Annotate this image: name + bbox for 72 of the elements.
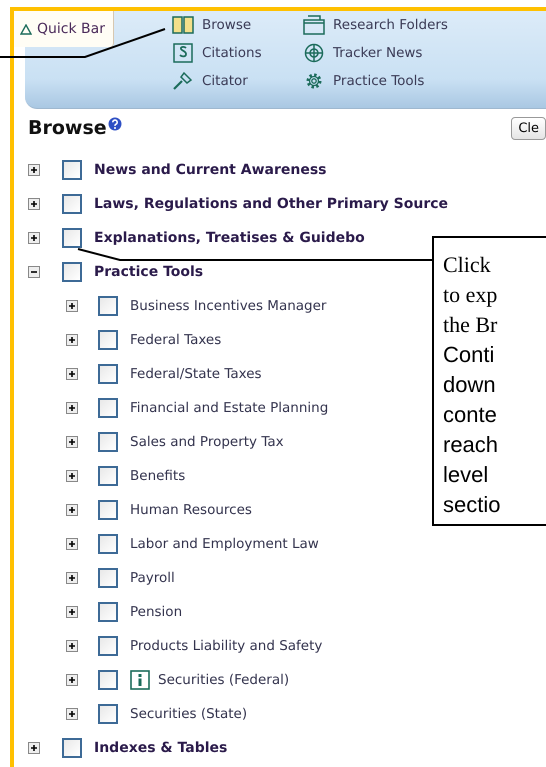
tree-item-label[interactable]: Practice Tools — [94, 264, 204, 280]
expand-toggle[interactable] — [28, 164, 40, 176]
expand-toggle[interactable] — [66, 470, 78, 482]
tree-item-label[interactable]: News and Current Awareness — [94, 162, 326, 178]
checkbox[interactable] — [98, 704, 118, 724]
gavel-icon — [172, 71, 194, 91]
expand-toggle[interactable] — [66, 300, 78, 312]
tree-item-label[interactable]: Federal Taxes — [130, 332, 222, 348]
checkbox[interactable] — [98, 636, 118, 656]
expand-toggle[interactable] — [66, 708, 78, 720]
checkbox[interactable] — [98, 568, 118, 588]
expand-toggle[interactable] — [28, 742, 40, 754]
checkbox[interactable] — [98, 330, 118, 350]
expand-toggle[interactable] — [66, 368, 78, 380]
browse-heading: Browse — [28, 117, 107, 139]
checkbox[interactable] — [98, 432, 118, 452]
expand-toggle[interactable] — [66, 674, 78, 686]
checkbox[interactable] — [62, 738, 82, 758]
expand-toggle[interactable] — [66, 640, 78, 652]
quick-bar-link[interactable]: Browse — [172, 15, 303, 35]
target-icon — [303, 43, 325, 63]
expand-toggle[interactable] — [66, 538, 78, 550]
checkbox[interactable] — [98, 602, 118, 622]
tree-item-label[interactable]: Benefits — [130, 468, 186, 484]
checkbox[interactable] — [62, 194, 82, 214]
expand-toggle[interactable] — [28, 232, 40, 244]
tree-item-label[interactable]: Federal/State Taxes — [130, 366, 262, 382]
expand-toggle[interactable] — [66, 572, 78, 584]
folder-icon — [303, 15, 325, 35]
quick-bar-link[interactable]: Citator — [172, 71, 303, 91]
tree-item-label[interactable]: Explanations, Treatises & Guidebo — [94, 230, 365, 246]
expand-toggle[interactable] — [66, 606, 78, 618]
quick-bar-link[interactable]: Citations — [172, 43, 303, 63]
checkbox[interactable] — [98, 466, 118, 486]
checkbox[interactable] — [62, 262, 82, 282]
section-icon — [172, 43, 194, 63]
tree-item-label[interactable]: Products Liability and Safety — [130, 638, 322, 654]
checkbox[interactable] — [62, 160, 82, 180]
expand-toggle[interactable] — [66, 504, 78, 516]
checkbox[interactable] — [98, 296, 118, 316]
book-icon — [172, 15, 194, 35]
tree-item-label[interactable]: Indexes & Tables — [94, 740, 228, 756]
checkbox[interactable] — [98, 364, 118, 384]
checkbox[interactable] — [98, 670, 118, 690]
checkbox[interactable] — [98, 398, 118, 418]
checkbox[interactable] — [98, 534, 118, 554]
tree-item-label[interactable]: Payroll — [130, 570, 175, 586]
expand-toggle[interactable] — [66, 334, 78, 346]
expand-toggle[interactable] — [66, 436, 78, 448]
expand-toggle[interactable] — [66, 402, 78, 414]
tree-item-label[interactable]: Business Incentives Manager — [130, 298, 326, 314]
quick-bar-link[interactable]: Practice Tools — [303, 71, 503, 91]
help-icon[interactable] — [108, 117, 122, 131]
tree-item-label[interactable]: Securities (Federal) — [158, 672, 290, 688]
tree-item-label[interactable]: Pension — [130, 604, 182, 620]
tree-item-label[interactable]: Labor and Employment Law — [130, 536, 319, 552]
tree-item-label[interactable]: Human Resources — [130, 502, 252, 518]
quick-bar-link[interactable]: Tracker News — [303, 43, 503, 63]
triangle-icon — [20, 24, 32, 34]
callout-text: Click to exp the Br Conti down conte reach level sectio — [443, 251, 502, 519]
clear-button[interactable]: Cle — [511, 117, 546, 140]
expand-toggle[interactable] — [28, 198, 40, 210]
tree-item-label[interactable]: Laws, Regulations and Other Primary Source — [94, 196, 448, 212]
quick-bar-tab[interactable]: Quick Bar — [14, 11, 114, 47]
checkbox[interactable] — [62, 228, 82, 248]
collapse-toggle[interactable] — [28, 266, 40, 278]
quick-bar-link[interactable]: Research Folders — [303, 15, 503, 35]
tree-item-label[interactable]: Financial and Estate Planning — [130, 400, 328, 416]
checkbox[interactable] — [98, 500, 118, 520]
tree-item-label[interactable]: Sales and Property Tax — [130, 434, 284, 450]
info-icon[interactable] — [130, 670, 150, 690]
tree-item-label[interactable]: Securities (State) — [130, 706, 248, 722]
